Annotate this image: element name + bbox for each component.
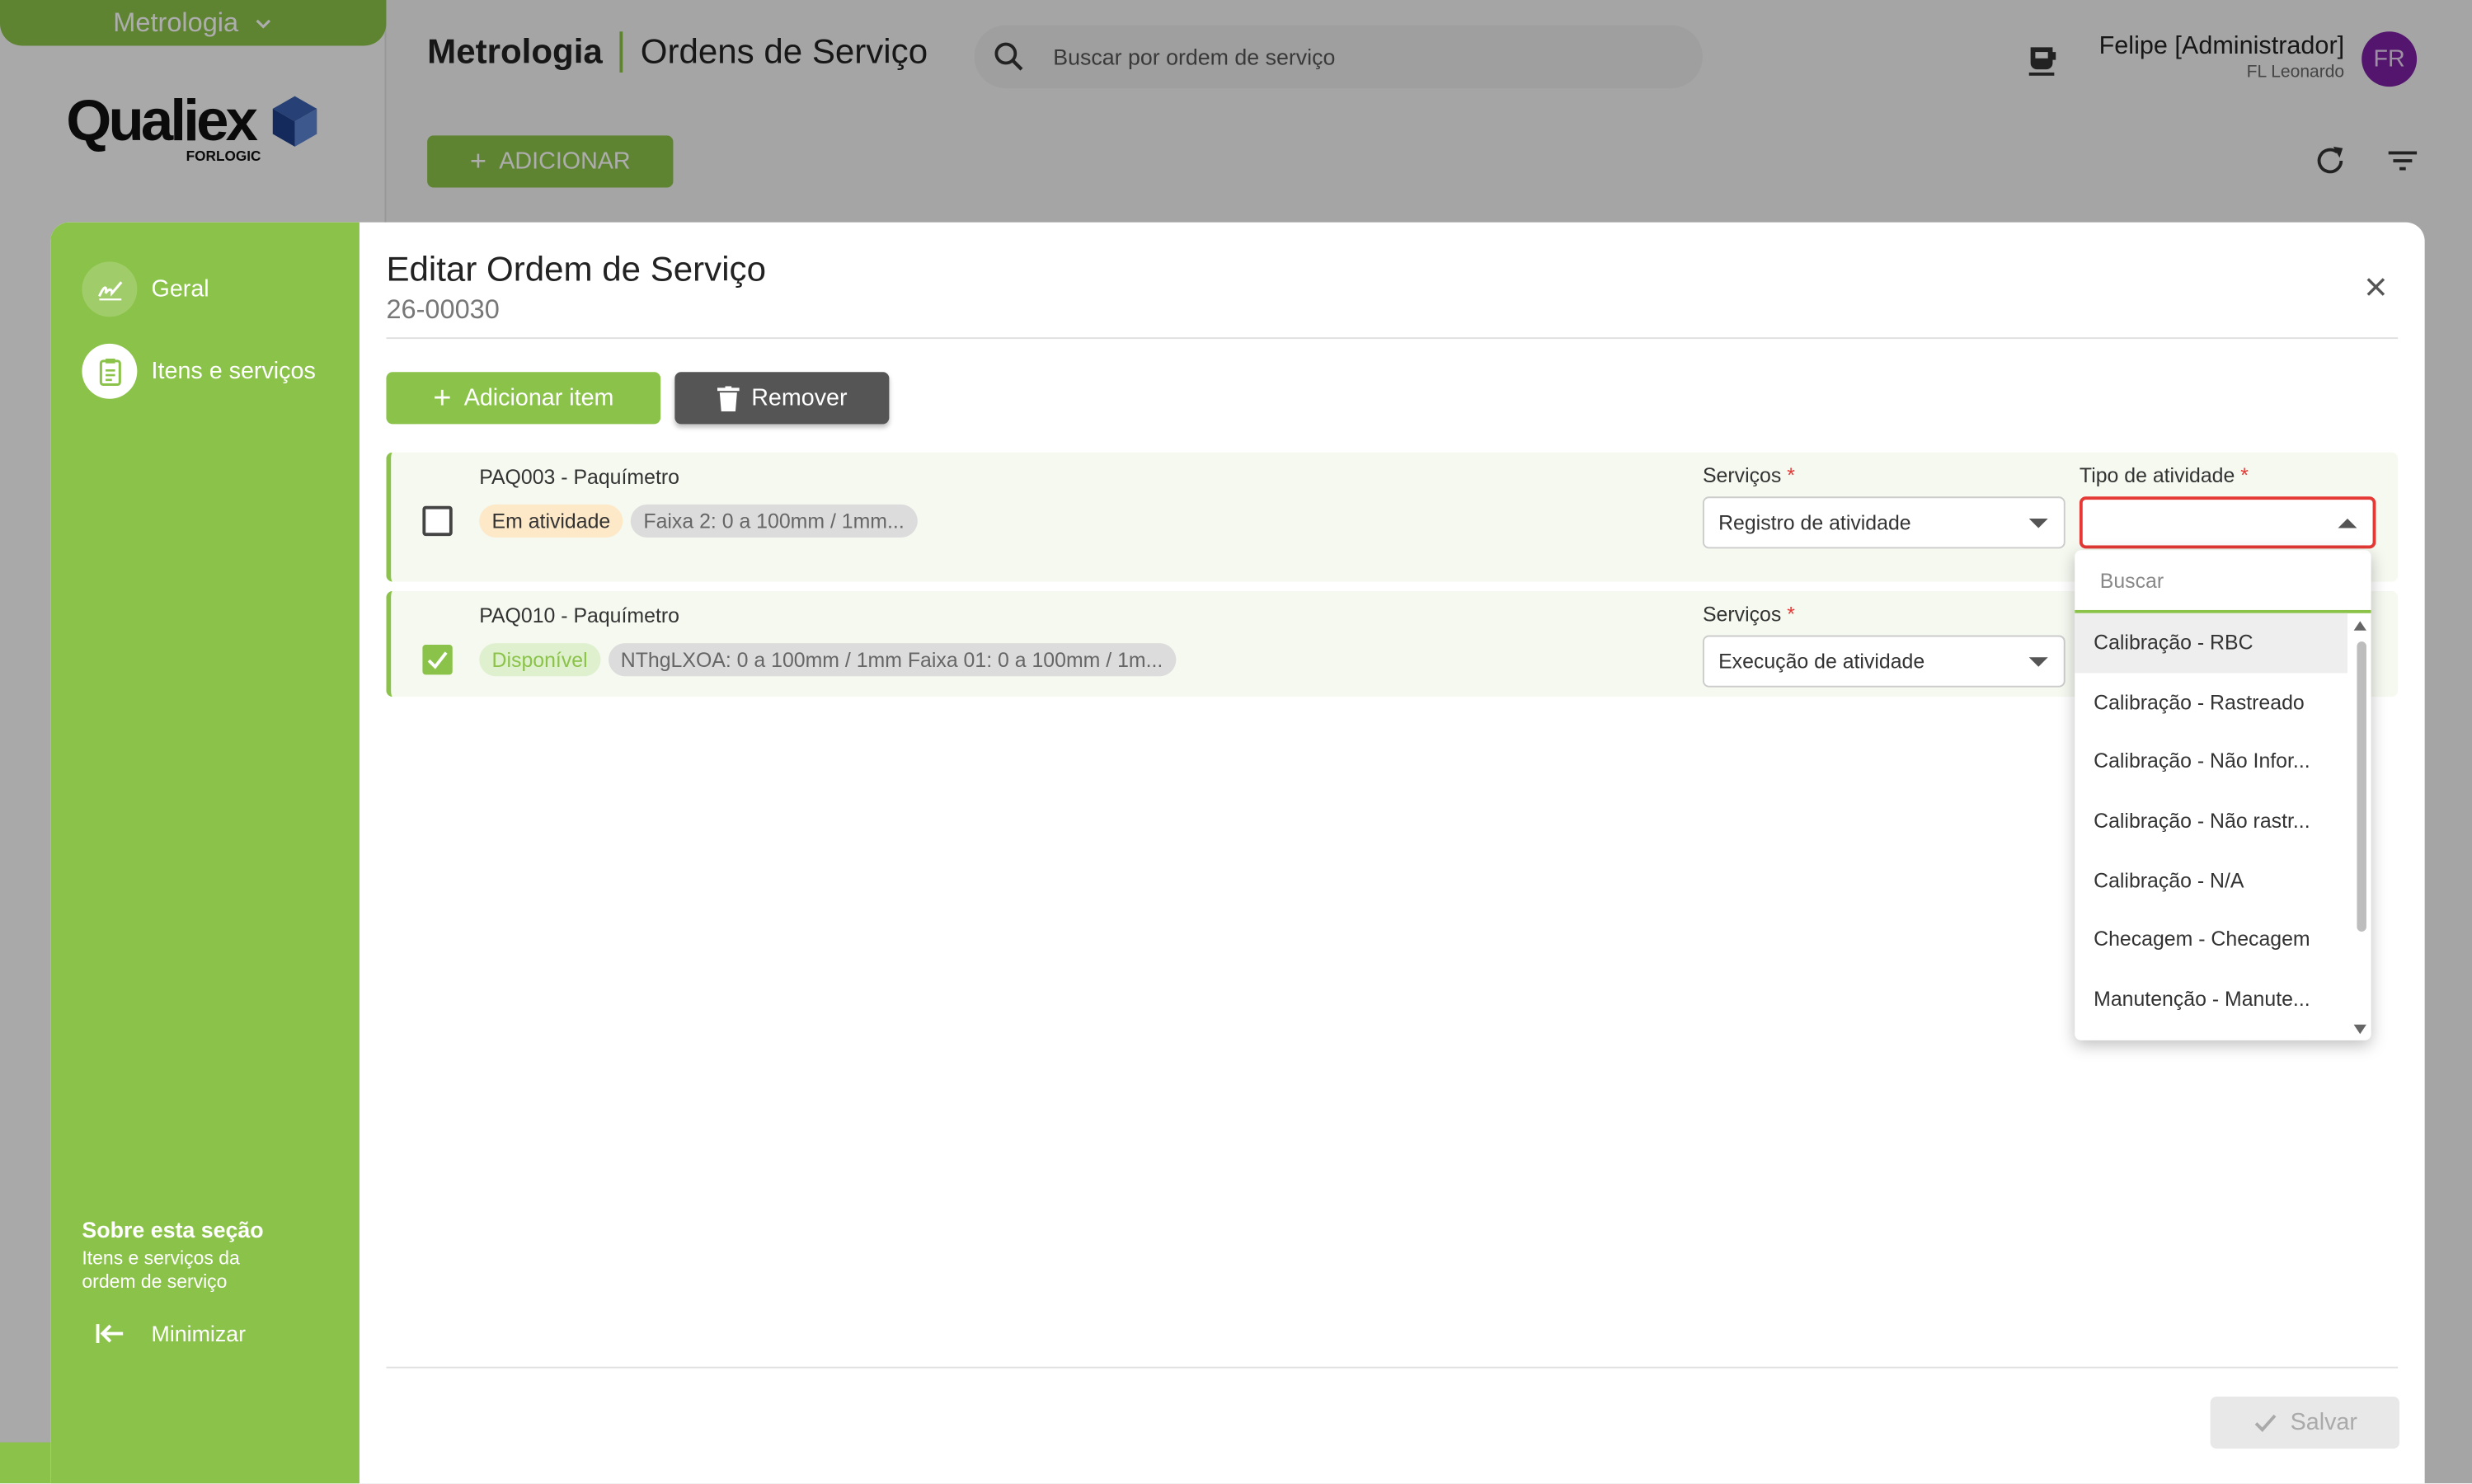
dropdown-option[interactable]: Calibração - Rastreado [2075,673,2347,732]
dropdown-option[interactable]: Manutenção - Manute... [2075,969,2347,1028]
required-mark: * [1787,602,1795,627]
footer-divider [386,1366,2399,1369]
item-tags: Em atividade Faixa 2: 0 a 100mm / 1mm... [479,504,918,538]
dialog-title: Editar Ordem de Serviço [386,249,766,289]
item-name: PAQ010 - Paquímetro [479,603,679,627]
nav-item-geral[interactable]: Geral [82,261,209,317]
services-select[interactable]: Registro de atividade [1702,496,2065,549]
dropdown-option[interactable]: Calibração - RBC [2075,613,2347,673]
scroll-down-icon [2353,1024,2366,1035]
status-badge: Em atividade [479,504,623,538]
item-checkbox[interactable] [422,645,453,675]
range-badge: Faixa 2: 0 a 100mm / 1mm... [631,504,918,538]
order-code: 26-00030 [386,294,500,325]
status-badge: Disponível [479,643,600,677]
save-label: Salvar [2290,1409,2357,1436]
dropdown-option[interactable]: Calibração - Não Infor... [2075,732,2347,791]
close-icon[interactable] [2358,270,2393,304]
add-item-button[interactable]: + Adicionar item [386,372,661,425]
collapse-left-icon [96,1324,124,1344]
dropdown-option[interactable]: Calibração - N/A [2075,850,2347,909]
about-text: Itens e serviços da ordem de serviço [82,1247,240,1293]
save-button[interactable]: Salvar [2210,1397,2400,1449]
item-tags: Disponível NThgLXOA: 0 a 100mm / 1mm Fai… [479,643,1176,677]
dropdown-scrollbar[interactable] [2352,619,2368,1036]
dropdown-option[interactable]: Checagem - Checagem [2075,909,2347,969]
header-divider [386,337,2399,340]
checkmark-icon [427,651,448,669]
services-value: Registro de atividade [1718,510,1911,535]
services-label-text: Serviços [1702,602,1782,627]
minimize-label: Minimizar [151,1321,247,1346]
activity-type-select[interactable] [2079,496,2376,549]
services-value: Execução de atividade [1718,649,1925,674]
plus-icon: + [433,380,452,416]
nav-item-label: Itens e serviços [151,358,316,385]
nav-item-itens-servicos[interactable]: Itens e serviços [82,343,316,399]
add-item-label: Adicionar item [463,384,614,412]
edit-order-dialog: Geral Itens e serviços Sobre esta seção … [50,222,2425,1484]
trash-icon [717,385,739,411]
signature-icon [82,261,138,317]
services-label: Serviços * [1703,602,1795,626]
activity-type-label: Tipo de atividade * [2080,463,2249,487]
dropdown-search-input[interactable]: Buscar [2075,550,2371,613]
scrollbar-thumb[interactable] [2357,641,2366,932]
remove-button[interactable]: Remover [674,372,890,425]
nav-item-label: Geral [151,275,209,303]
about-title: Sobre esta seção [82,1217,264,1242]
required-mark: * [1787,463,1795,487]
activity-type-label-text: Tipo de atividade [2079,463,2235,487]
section-about: Sobre esta seção Itens e serviços da ord… [82,1217,287,1294]
services-label-text: Serviços [1702,463,1782,487]
minimize-button[interactable]: Minimizar [95,1321,246,1346]
dropdown-search-placeholder: Buscar [2099,568,2164,592]
services-label: Serviços * [1703,463,1795,487]
dialog-nav: Geral Itens e serviços Sobre esta seção … [50,222,360,1484]
caret-down-icon [2028,519,2048,528]
clipboard-icon [82,343,138,399]
backdrop-strip [0,1442,51,1484]
check-icon [2254,1413,2276,1432]
item-name: PAQ003 - Paquímetro [479,465,679,489]
caret-down-icon [2028,657,2048,667]
item-checkbox[interactable] [422,505,453,537]
scroll-up-icon [2353,621,2366,631]
range-badge: NThgLXOA: 0 a 100mm / 1mm Faixa 01: 0 a … [608,643,1176,677]
required-mark: * [2240,463,2249,487]
services-select[interactable]: Execução de atividade [1702,635,2065,688]
remove-label: Remover [751,384,848,412]
caret-up-icon [2338,519,2357,528]
activity-type-dropdown: Buscar Calibração - RBC Calibração - Ras… [2075,550,2371,1040]
dropdown-option[interactable]: Calibração - Não rastr... [2075,791,2347,850]
